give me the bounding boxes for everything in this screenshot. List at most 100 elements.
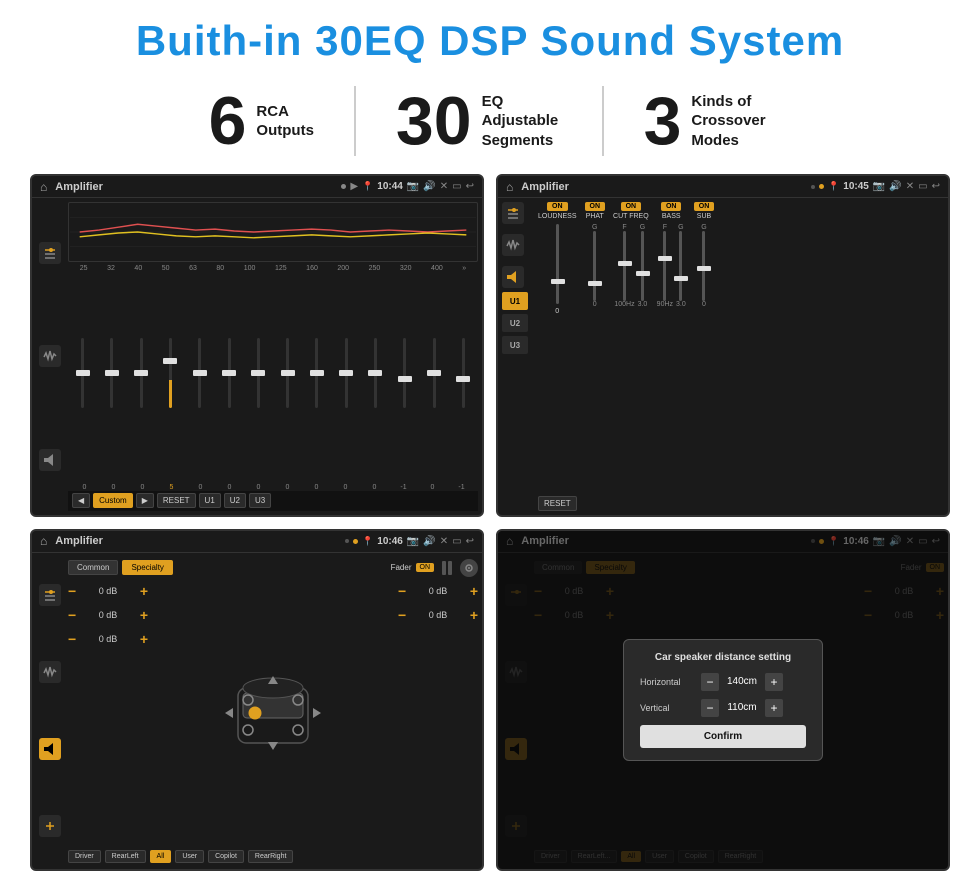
- eq-slider-11[interactable]: [403, 338, 406, 418]
- eq-graph: [68, 202, 478, 262]
- x-icon-1: ✕: [440, 181, 448, 192]
- rearright-btn[interactable]: RearRight: [248, 850, 294, 863]
- dialog-vertical-value: 110cm: [723, 702, 761, 713]
- level-row-2: − 0 dB +: [68, 607, 148, 623]
- stat-rca-number: 6: [209, 87, 247, 155]
- eq-slider-4[interactable]: [198, 338, 201, 418]
- eq-value-labels: 0 0 0 5 0 0 0 0 0 0 0 -1 0 -1: [68, 484, 478, 491]
- eq-sidebar: [36, 202, 64, 510]
- cutfreq-on-btn[interactable]: ON: [621, 202, 642, 211]
- rearleft-btn[interactable]: RearLeft: [105, 850, 146, 863]
- dialog-horizontal-ctrl: − 140cm +: [701, 673, 783, 691]
- eq-slider-9[interactable]: [345, 338, 348, 418]
- eq-slider-13[interactable]: [462, 338, 465, 418]
- status-bar-3: ⌂ Amplifier 📍 10:46 📷 🔊 ✕ ▭ ↩: [32, 531, 482, 553]
- bass-on-btn[interactable]: ON: [661, 202, 682, 211]
- level-4-plus[interactable]: +: [470, 583, 478, 599]
- eq-icon-speaker[interactable]: [39, 449, 61, 471]
- fader-on-btn[interactable]: ON: [416, 563, 435, 572]
- cross-u3-btn[interactable]: U3: [502, 336, 528, 354]
- user-btn[interactable]: User: [175, 850, 204, 863]
- level-3-plus[interactable]: +: [140, 631, 148, 647]
- eq-prev-btn[interactable]: ◀: [72, 493, 90, 508]
- level-1-minus[interactable]: −: [68, 583, 76, 599]
- loudness-on-btn[interactable]: ON: [547, 202, 568, 211]
- spk-expand-icon[interactable]: [39, 815, 61, 837]
- eq-slider-0[interactable]: [81, 338, 84, 418]
- page-title: Buith-in 30EQ DSP Sound System: [136, 18, 844, 64]
- cross-tuner-icon[interactable]: [502, 202, 524, 224]
- stats-row: 6 RCA Outputs 30 EQ Adjustable Segments …: [30, 86, 950, 156]
- level-3-minus[interactable]: −: [68, 631, 76, 647]
- app-title-3: Amplifier: [55, 535, 341, 547]
- eq-slider-3[interactable]: [169, 338, 172, 418]
- level-row-4: − 0 dB +: [398, 583, 478, 599]
- screen-eq: ⌂ Amplifier ▶ 📍 10:44 📷 🔊 ✕ ▭ ↩: [30, 174, 484, 516]
- cross-wave-icon[interactable]: [502, 234, 524, 256]
- eq-icon-wave[interactable]: [39, 345, 61, 367]
- eq-content: 25 32 40 50 63 80 100 125 160 200 250 32…: [32, 198, 482, 514]
- eq-preset-label[interactable]: Custom: [93, 493, 133, 508]
- vol-icon-2: 🔊: [889, 181, 901, 192]
- eq-u1-btn[interactable]: U1: [199, 493, 221, 508]
- dialog-vertical-plus[interactable]: +: [765, 699, 783, 717]
- eq-next-btn[interactable]: ▶: [136, 493, 154, 508]
- speaker-sidebar: [36, 557, 64, 865]
- level-5-minus[interactable]: −: [398, 607, 406, 623]
- dialog-vertical-minus[interactable]: −: [701, 699, 719, 717]
- cross-u1-btn[interactable]: U1: [502, 292, 528, 310]
- cross-spk-icon[interactable]: [502, 266, 524, 288]
- eq-icon-tuner[interactable]: [39, 242, 61, 264]
- dialog-overlay: Car speaker distance setting Horizontal …: [498, 531, 948, 869]
- home-icon-2: ⌂: [506, 180, 513, 194]
- cross-reset-btn[interactable]: RESET: [538, 496, 577, 511]
- eq-slider-10[interactable]: [374, 338, 377, 418]
- tab-specialty[interactable]: Specialty: [122, 560, 172, 575]
- spk-wave-icon[interactable]: [39, 661, 61, 683]
- level-3-value: 0 dB: [80, 634, 136, 644]
- level-1-plus[interactable]: +: [140, 583, 148, 599]
- phat-on-btn[interactable]: ON: [585, 202, 606, 211]
- status-dot-2: [819, 184, 824, 189]
- dialog-horizontal-plus[interactable]: +: [765, 673, 783, 691]
- rect-icon-1: ▭: [452, 181, 461, 192]
- tab-common[interactable]: Common: [68, 560, 118, 575]
- dialog-horizontal-minus[interactable]: −: [701, 673, 719, 691]
- vol-icon-1: 🔊: [423, 181, 435, 192]
- dialog-horizontal-row: Horizontal − 140cm +: [640, 673, 806, 691]
- phat-label: PHAT: [586, 213, 604, 220]
- level-2-plus[interactable]: +: [140, 607, 148, 623]
- play-icon-1: ▶: [350, 181, 358, 192]
- driver-btn[interactable]: Driver: [68, 850, 101, 863]
- back-icon-3: ↩: [466, 536, 474, 547]
- dialog-confirm-button[interactable]: Confirm: [640, 725, 806, 748]
- spk-tuner-icon[interactable]: [39, 584, 61, 606]
- level-5-plus[interactable]: +: [470, 607, 478, 623]
- stat-rca-label: RCA Outputs: [256, 102, 314, 141]
- eq-slider-12[interactable]: [433, 338, 436, 418]
- status-dot-3: [353, 539, 358, 544]
- level-4-minus[interactable]: −: [398, 583, 406, 599]
- sub-on-btn[interactable]: ON: [694, 202, 715, 211]
- level-2-minus[interactable]: −: [68, 607, 76, 623]
- speaker-settings-icon[interactable]: [460, 559, 478, 577]
- x-icon-2: ✕: [906, 181, 914, 192]
- eq-u2-btn[interactable]: U2: [224, 493, 246, 508]
- all-btn[interactable]: All: [150, 850, 172, 863]
- eq-u3-btn[interactable]: U3: [249, 493, 271, 508]
- cross-u2-btn[interactable]: U2: [502, 314, 528, 332]
- copilot-btn[interactable]: Copilot: [208, 850, 244, 863]
- eq-slider-1[interactable]: [110, 338, 113, 418]
- cutfreq-label: CUT FREQ: [613, 213, 649, 220]
- eq-slider-6[interactable]: [257, 338, 260, 418]
- spk-spk-icon[interactable]: [39, 738, 61, 760]
- eq-reset-btn[interactable]: RESET: [157, 493, 196, 508]
- ctrl-bass: ON BASS F 90Hz: [657, 202, 686, 308]
- back-icon-1: ↩: [466, 181, 474, 192]
- eq-slider-5[interactable]: [228, 338, 231, 418]
- loudness-label: LOUDNESS: [538, 213, 577, 220]
- eq-slider-8[interactable]: [315, 338, 318, 418]
- stat-eq-number: 30: [396, 87, 472, 155]
- eq-slider-7[interactable]: [286, 338, 289, 418]
- eq-slider-2[interactable]: [140, 338, 143, 418]
